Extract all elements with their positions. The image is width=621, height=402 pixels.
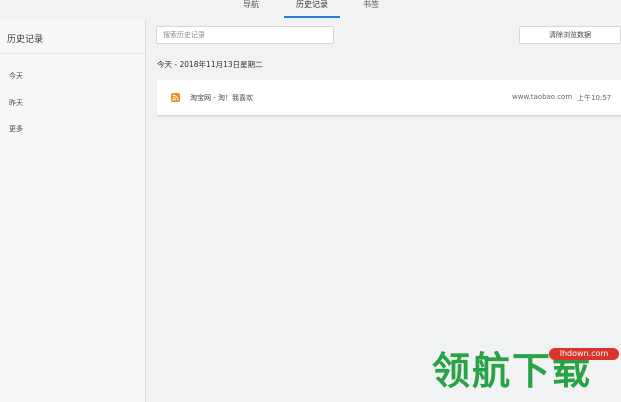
sidebar-divider [0,53,145,54]
sidebar-item-yesterday[interactable]: 昨天 [9,98,23,108]
tab-bookmarks[interactable]: 书签 [358,0,384,20]
sidebar-title: 历史记录 [7,35,44,45]
search-input[interactable] [156,26,334,44]
top-nav-bar: 导航 历史记录 书签 [0,0,621,20]
sidebar: 历史记录 今天 昨天 更多 [0,20,146,402]
tab-history[interactable]: 历史记录 [284,0,340,20]
tab-navigation[interactable]: 导航 [238,0,264,20]
entry-domain: www.taobao.com [512,93,573,101]
date-header: 今天 - 2018年11月13日星期二 [157,60,263,69]
watermark-logo: 领航下载 lhdown.com [432,346,621,402]
history-entry[interactable]: 淘宝网 - 淘！我喜欢 www.taobao.com 上午10:57 [157,80,621,116]
entry-title-link[interactable]: 淘宝网 - 淘！我喜欢 [190,93,253,103]
watermark-badge: lhdown.com [549,348,619,360]
rss-icon [171,93,180,102]
clear-browsing-data-button[interactable]: 清除浏览数据 [519,26,621,44]
sidebar-item-today[interactable]: 今天 [9,71,23,81]
sidebar-item-more[interactable]: 更多 [9,124,23,134]
entry-time: 上午10:57 [577,94,612,102]
